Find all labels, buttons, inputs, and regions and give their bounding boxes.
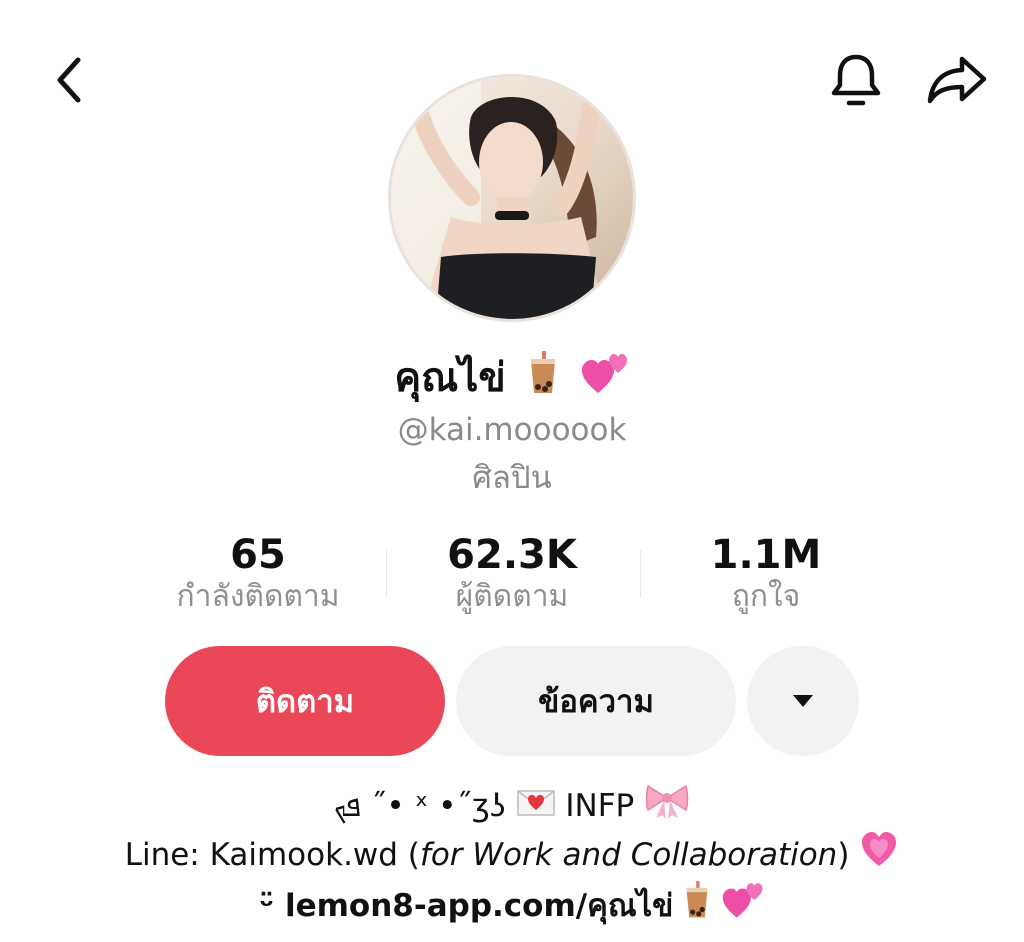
follow-button-label: ติดตาม bbox=[255, 684, 355, 720]
bell-icon bbox=[831, 54, 881, 106]
stat-following-value: 65 bbox=[230, 532, 286, 578]
profile-stats: 65 กำลังติดตาม 62.3K ผู้ติดตาม 1.1M ถูกใ… bbox=[150, 532, 880, 614]
profile-bio: ܦܟ ˝• ˣ •˝ʒʖ INFP Line: Kaimook.wd (for … bbox=[0, 780, 1024, 930]
bio-line-1: ܦܟ ˝• ˣ •˝ʒʖ INFP bbox=[0, 780, 1024, 830]
profile-name-row: คุณไข่ bbox=[0, 350, 1024, 406]
bio-smile: ᵕ̈ bbox=[259, 888, 275, 924]
bio-line-contact-close: ) bbox=[837, 837, 850, 873]
bio-line-contact-note: for Work and Collaboration bbox=[419, 837, 838, 873]
profile-handle: @kai.moooook bbox=[397, 412, 627, 448]
stat-followers-label: ผู้ติดตาม bbox=[455, 579, 569, 614]
stat-likes-label: ถูกใจ bbox=[731, 579, 801, 614]
avatar[interactable] bbox=[388, 74, 636, 322]
bio-line-3: ᵕ̈ lemon8-app.com/คุณไข่ bbox=[0, 880, 1024, 930]
bio-mbti: INFP bbox=[565, 788, 635, 824]
message-button-label: ข้อความ bbox=[538, 684, 654, 720]
love-letter-icon bbox=[516, 783, 556, 833]
stat-following-label: กำลังติดตาม bbox=[176, 579, 340, 614]
bio-line-contact: Line: Kaimook.wd ( bbox=[124, 837, 420, 873]
bubble-tea-icon bbox=[684, 880, 710, 935]
stat-followers-value: 62.3K bbox=[447, 532, 577, 578]
bio-kaomoji: ܦܟ ˝• ˣ •˝ʒʖ bbox=[333, 788, 506, 824]
bio-link[interactable]: lemon8-app.com/คุณไข่ bbox=[285, 888, 673, 924]
stat-following[interactable]: 65 กำลังติดตาม bbox=[138, 532, 378, 616]
avatar-photo bbox=[391, 77, 633, 319]
bubble-tea-icon bbox=[528, 350, 558, 410]
message-button[interactable]: ข้อความ bbox=[456, 646, 736, 756]
stat-divider bbox=[640, 550, 641, 598]
stat-followers[interactable]: 62.3K ผู้ติดตาม bbox=[392, 532, 632, 616]
bio-line-2: Line: Kaimook.wd (for Work and Collabora… bbox=[0, 830, 1024, 880]
profile-category: ศิลปิน bbox=[472, 460, 552, 496]
two-hearts-icon bbox=[721, 880, 765, 935]
two-hearts-icon bbox=[580, 351, 630, 410]
stat-divider bbox=[386, 550, 387, 598]
more-options-button[interactable] bbox=[747, 646, 859, 756]
ribbon-icon bbox=[644, 780, 690, 835]
caret-down-icon bbox=[793, 695, 813, 707]
notification-bell-button[interactable] bbox=[826, 48, 886, 112]
share-arrow-icon bbox=[927, 56, 987, 104]
growing-heart-icon bbox=[859, 830, 899, 883]
share-button[interactable] bbox=[922, 48, 992, 112]
follow-button[interactable]: ติดตาม bbox=[165, 646, 445, 756]
stat-likes-value: 1.1M bbox=[710, 532, 822, 578]
display-name: คุณไข่ bbox=[394, 355, 506, 401]
chevron-left-icon bbox=[57, 57, 81, 103]
stat-likes[interactable]: 1.1M ถูกใจ bbox=[646, 532, 886, 616]
back-button[interactable] bbox=[44, 52, 94, 108]
